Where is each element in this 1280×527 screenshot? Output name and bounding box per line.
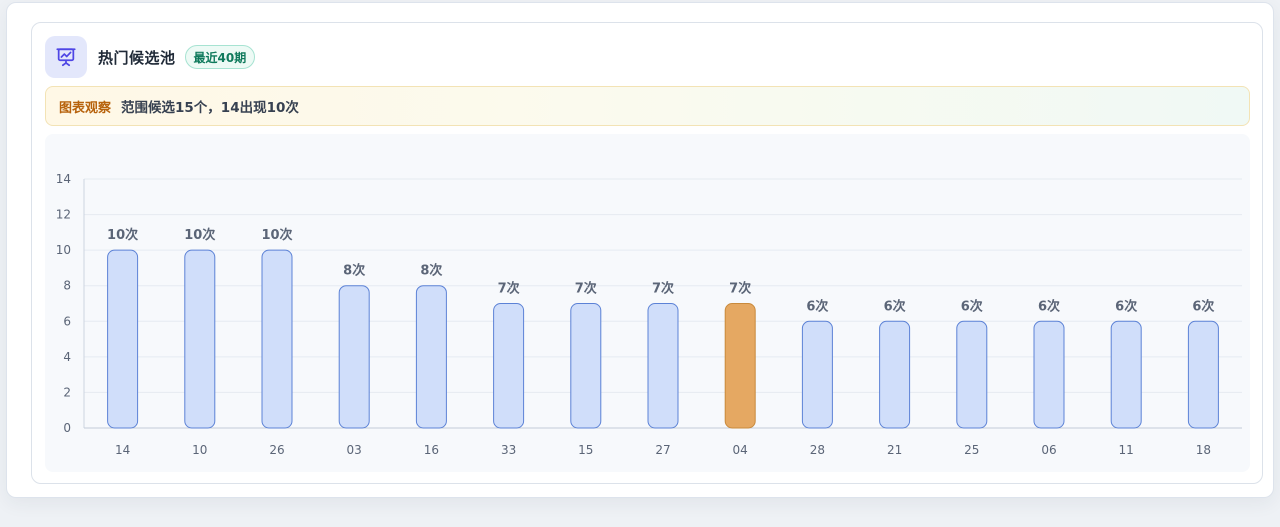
y-tick-label: 4 bbox=[63, 350, 71, 364]
bar-chart: 0 2 4 6 8 10 12 14 10次 14 10次 10 10次 26 8次 03 8次 16 7次 33 7次… bbox=[56, 172, 1242, 457]
data-label: 6次 bbox=[1115, 298, 1137, 314]
data-label: 7次 bbox=[575, 281, 597, 297]
hot-candidates-card: 热门候选池 最近40期 图表观察 范围候选15个，14出现10次 0 2 4 6 8 10… bbox=[31, 22, 1263, 484]
data-label: 7次 bbox=[729, 281, 751, 297]
y-tick-label: 12 bbox=[56, 208, 71, 222]
chart-observation-banner: 图表观察 范围候选15个，14出现10次 bbox=[45, 86, 1250, 126]
observation-tag: 图表观察 bbox=[59, 100, 112, 116]
card-title: 热门候选池 bbox=[98, 48, 176, 67]
data-label: 6次 bbox=[1192, 298, 1214, 314]
y-tick-label: 14 bbox=[56, 172, 71, 186]
chart-presentation-icon bbox=[45, 36, 87, 78]
data-label: 8次 bbox=[420, 263, 442, 279]
x-tick-label: 11 bbox=[1119, 443, 1134, 457]
x-tick-label: 25 bbox=[964, 443, 979, 457]
data-label: 7次 bbox=[498, 281, 520, 297]
data-label: 10次 bbox=[107, 227, 138, 243]
bar bbox=[647, 303, 679, 429]
x-tick-label: 04 bbox=[733, 443, 748, 457]
data-label: 6次 bbox=[961, 298, 983, 314]
outer-panel: 热门候选池 最近40期 图表观察 范围候选15个，14出现10次 0 2 4 6 8 10… bbox=[6, 2, 1274, 498]
x-tick-label: 21 bbox=[887, 443, 902, 457]
data-label: 6次 bbox=[884, 298, 906, 314]
x-tick-label: 28 bbox=[810, 443, 825, 457]
data-label: 10次 bbox=[184, 227, 215, 243]
x-tick-label: 15 bbox=[578, 443, 593, 457]
bar-highlighted bbox=[724, 303, 756, 429]
bar bbox=[415, 285, 447, 429]
bar bbox=[879, 320, 911, 429]
card-header: 热门候选池 最近40期 bbox=[45, 35, 256, 79]
y-tick-label: 10 bbox=[56, 243, 71, 257]
bar bbox=[184, 249, 216, 429]
y-tick-label: 6 bbox=[63, 314, 71, 328]
data-label: 8次 bbox=[343, 263, 365, 279]
data-label: 6次 bbox=[806, 298, 828, 314]
x-tick-label: 33 bbox=[501, 443, 516, 457]
bar bbox=[338, 285, 370, 429]
x-tick-label: 27 bbox=[655, 443, 670, 457]
bar bbox=[1033, 320, 1065, 429]
bar bbox=[570, 303, 602, 429]
bar bbox=[1110, 320, 1142, 429]
data-label: 10次 bbox=[261, 227, 292, 243]
bar bbox=[107, 249, 139, 429]
observation-text: 范围候选15个，14出现10次 bbox=[121, 100, 299, 116]
y-tick-label: 8 bbox=[63, 279, 71, 293]
bar bbox=[956, 320, 988, 429]
bar bbox=[801, 320, 833, 429]
bar bbox=[1187, 320, 1219, 429]
y-tick-label: 0 bbox=[63, 421, 71, 435]
x-tick-label: 10 bbox=[192, 443, 207, 457]
y-tick-label: 2 bbox=[63, 385, 71, 399]
x-tick-label: 26 bbox=[269, 443, 284, 457]
chart-panel: 0 2 4 6 8 10 12 14 10次 14 10次 10 10次 26 8次 03 8次 16 7次 33 7次… bbox=[45, 134, 1250, 472]
x-tick-label: 06 bbox=[1041, 443, 1056, 457]
period-badge: 最近40期 bbox=[184, 45, 256, 69]
data-label: 7次 bbox=[652, 281, 674, 297]
data-label: 6次 bbox=[1038, 298, 1060, 314]
bar bbox=[493, 303, 525, 429]
x-tick-label: 18 bbox=[1196, 443, 1211, 457]
x-tick-label: 03 bbox=[347, 443, 362, 457]
x-tick-label: 16 bbox=[424, 443, 439, 457]
bar bbox=[261, 249, 293, 429]
x-tick-label: 14 bbox=[115, 443, 130, 457]
